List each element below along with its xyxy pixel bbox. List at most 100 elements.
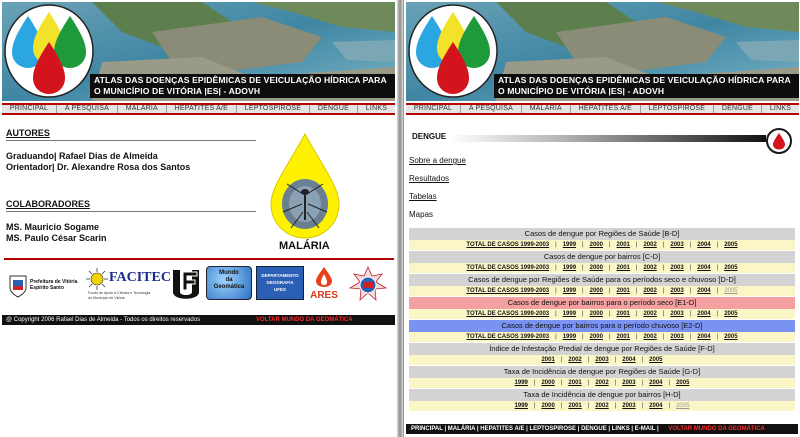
map-year-link[interactable]: TOTAL DE CASOS 1999-2003 bbox=[466, 334, 549, 340]
depto-geografia-logo[interactable]: DEPARTAMENTO GEOGRAFIA UFES bbox=[256, 266, 304, 300]
map-year-link[interactable]: 2005 bbox=[724, 334, 737, 340]
map-year-link[interactable]: 2001 bbox=[568, 403, 581, 409]
map-year-link[interactable]: 2001 bbox=[617, 288, 630, 294]
footer-links[interactable]: PRINCIPAL | MALÁRIA | HEPATITES A/E | LE… bbox=[411, 426, 659, 432]
map-year-link[interactable]: TOTAL DE CASOS 1999-2003 bbox=[466, 242, 549, 248]
map-year-link[interactable]: 2001 bbox=[541, 357, 554, 363]
map-year-link[interactable]: 2001 bbox=[617, 311, 630, 317]
map-year-link[interactable]: 2002 bbox=[568, 357, 581, 363]
seal-logo[interactable] bbox=[348, 266, 388, 304]
nav-leptospirose[interactable]: LEPTOSPIROSE bbox=[641, 105, 714, 113]
map-section-title: Índice de Infestação Predial de dengue p… bbox=[409, 343, 795, 355]
link-tabelas[interactable]: Tabelas bbox=[409, 192, 437, 201]
map-year-link[interactable]: 2001 bbox=[617, 242, 630, 248]
nav-a-pesquisa[interactable]: A PESQUISA bbox=[57, 105, 118, 113]
back-link[interactable]: VOLTAR MUNDO DA GEOMÁTICA bbox=[256, 315, 353, 325]
map-year-link[interactable]: 2002 bbox=[643, 265, 656, 271]
separator: | bbox=[635, 288, 638, 294]
map-year-link[interactable]: 2005 bbox=[724, 242, 737, 248]
map-year-link[interactable]: 2003 bbox=[595, 357, 608, 363]
map-year-link[interactable]: 1999 bbox=[515, 380, 528, 386]
nav-malaria[interactable]: MALÁRIA bbox=[118, 105, 167, 113]
map-year-link[interactable]: 2003 bbox=[670, 242, 683, 248]
maps-table: Casos de dengue por Regiões de Saúde [B-… bbox=[409, 227, 795, 411]
map-year-link[interactable]: 2000 bbox=[541, 403, 554, 409]
top-nav: PRINCIPAL A PESQUISA MALÁRIA HEPATITES A… bbox=[2, 103, 395, 115]
map-year-link[interactable]: 2002 bbox=[643, 334, 656, 340]
map-year-link[interactable]: 2005 bbox=[676, 403, 689, 409]
pmv-logo[interactable]: Prefeitura de Vitória Espírito Santo bbox=[8, 266, 78, 304]
map-year-link[interactable]: TOTAL DE CASOS 1999-2003 bbox=[466, 265, 549, 271]
map-year-link[interactable]: 2004 bbox=[649, 380, 662, 386]
map-year-link[interactable]: 2000 bbox=[590, 265, 603, 271]
nav-hepatites[interactable]: HEPATITES A/E bbox=[167, 105, 237, 113]
map-year-link[interactable]: 2004 bbox=[697, 242, 710, 248]
map-year-link[interactable]: 2003 bbox=[670, 311, 683, 317]
nav-links[interactable]: LINKS bbox=[358, 105, 395, 113]
right-page: ATLAS DAS DOENÇAS EPIDÊMICAS DE VEICULAÇ… bbox=[403, 0, 800, 437]
map-year-link[interactable]: 2004 bbox=[697, 311, 710, 317]
map-year-link[interactable]: 1999 bbox=[515, 403, 528, 409]
nav-hepatites[interactable]: HEPATITES A/E bbox=[571, 105, 641, 113]
mundo-geomatica-logo[interactable]: Mundo da Geomática bbox=[206, 266, 252, 300]
nav-a-pesquisa[interactable]: A PESQUISA bbox=[461, 105, 522, 113]
ares-logo[interactable]: ARES bbox=[306, 266, 342, 304]
map-year-link[interactable]: TOTAL DE CASOS 1999-2003 bbox=[466, 288, 549, 294]
nav-principal[interactable]: PRINCIPAL bbox=[406, 105, 462, 113]
nav-malaria[interactable]: MALÁRIA bbox=[522, 105, 571, 113]
separator: | bbox=[635, 265, 638, 271]
ufes-mark-icon bbox=[170, 266, 202, 300]
map-year-link[interactable]: 1999 bbox=[563, 288, 576, 294]
map-year-link[interactable]: 2005 bbox=[649, 357, 662, 363]
separator: | bbox=[533, 403, 536, 409]
map-year-link[interactable]: 2003 bbox=[670, 334, 683, 340]
facitec-logo[interactable]: FACITEC Fundo de Apoio à Ciência e Tecno… bbox=[86, 266, 171, 306]
map-year-link[interactable]: 2004 bbox=[697, 334, 710, 340]
ufes-logo[interactable] bbox=[170, 266, 202, 304]
map-year-link[interactable]: 1999 bbox=[563, 242, 576, 248]
separator: | bbox=[608, 311, 611, 317]
map-year-link[interactable]: 2001 bbox=[568, 380, 581, 386]
map-year-link[interactable]: 2005 bbox=[724, 288, 737, 294]
separator: | bbox=[555, 242, 557, 248]
map-year-link[interactable]: TOTAL DE CASOS 1999-2003 bbox=[466, 311, 549, 317]
map-year-link[interactable]: 2004 bbox=[697, 265, 710, 271]
map-year-links: 2001 | 2002 | 2003 | 2004 | 2005 bbox=[409, 355, 795, 365]
malaria-label[interactable]: MALÁRIA bbox=[279, 240, 330, 252]
map-year-link[interactable]: 2002 bbox=[643, 242, 656, 248]
map-year-link[interactable]: 2000 bbox=[590, 334, 603, 340]
map-year-link[interactable]: 2001 bbox=[617, 334, 630, 340]
map-year-link[interactable]: 1999 bbox=[563, 311, 576, 317]
mosquito-drop-icon[interactable] bbox=[265, 132, 345, 242]
map-year-link[interactable]: 2000 bbox=[590, 311, 603, 317]
map-year-link[interactable]: 2002 bbox=[643, 288, 656, 294]
back-link-right[interactable]: VOLTAR MUNDO DA GEOMÁTICA bbox=[668, 426, 765, 432]
map-year-link[interactable]: 2003 bbox=[670, 288, 683, 294]
nav-links[interactable]: LINKS bbox=[762, 105, 799, 113]
map-year-link[interactable]: 2000 bbox=[541, 380, 554, 386]
map-year-link[interactable]: 2004 bbox=[622, 357, 635, 363]
map-year-link[interactable]: 2003 bbox=[622, 380, 635, 386]
map-year-link[interactable]: 2004 bbox=[649, 403, 662, 409]
map-year-link[interactable]: 2000 bbox=[590, 242, 603, 248]
map-year-link[interactable]: 2003 bbox=[670, 265, 683, 271]
link-resultados[interactable]: Resultados bbox=[409, 174, 449, 183]
nav-dengue[interactable]: DENGUE bbox=[310, 105, 358, 113]
link-sobre-dengue[interactable]: Sobre a dengue bbox=[409, 156, 466, 165]
map-year-link[interactable]: 2005 bbox=[676, 380, 689, 386]
map-year-link[interactable]: 2003 bbox=[622, 403, 635, 409]
map-year-link[interactable]: 1999 bbox=[563, 265, 576, 271]
nav-dengue[interactable]: DENGUE bbox=[714, 105, 762, 113]
map-year-link[interactable]: 1999 bbox=[563, 334, 576, 340]
map-year-link[interactable]: 2005 bbox=[724, 265, 737, 271]
nav-leptospirose[interactable]: LEPTOSPIROSE bbox=[237, 105, 310, 113]
map-year-link[interactable]: 2002 bbox=[595, 380, 608, 386]
nav-principal[interactable]: PRINCIPAL bbox=[2, 105, 58, 113]
separator: | bbox=[608, 288, 611, 294]
map-year-link[interactable]: 2005 bbox=[724, 311, 737, 317]
map-year-link[interactable]: 2004 bbox=[697, 288, 710, 294]
map-year-link[interactable]: 2001 bbox=[617, 265, 630, 271]
map-year-link[interactable]: 2002 bbox=[643, 311, 656, 317]
map-year-link[interactable]: 2000 bbox=[590, 288, 603, 294]
map-year-link[interactable]: 2002 bbox=[595, 403, 608, 409]
